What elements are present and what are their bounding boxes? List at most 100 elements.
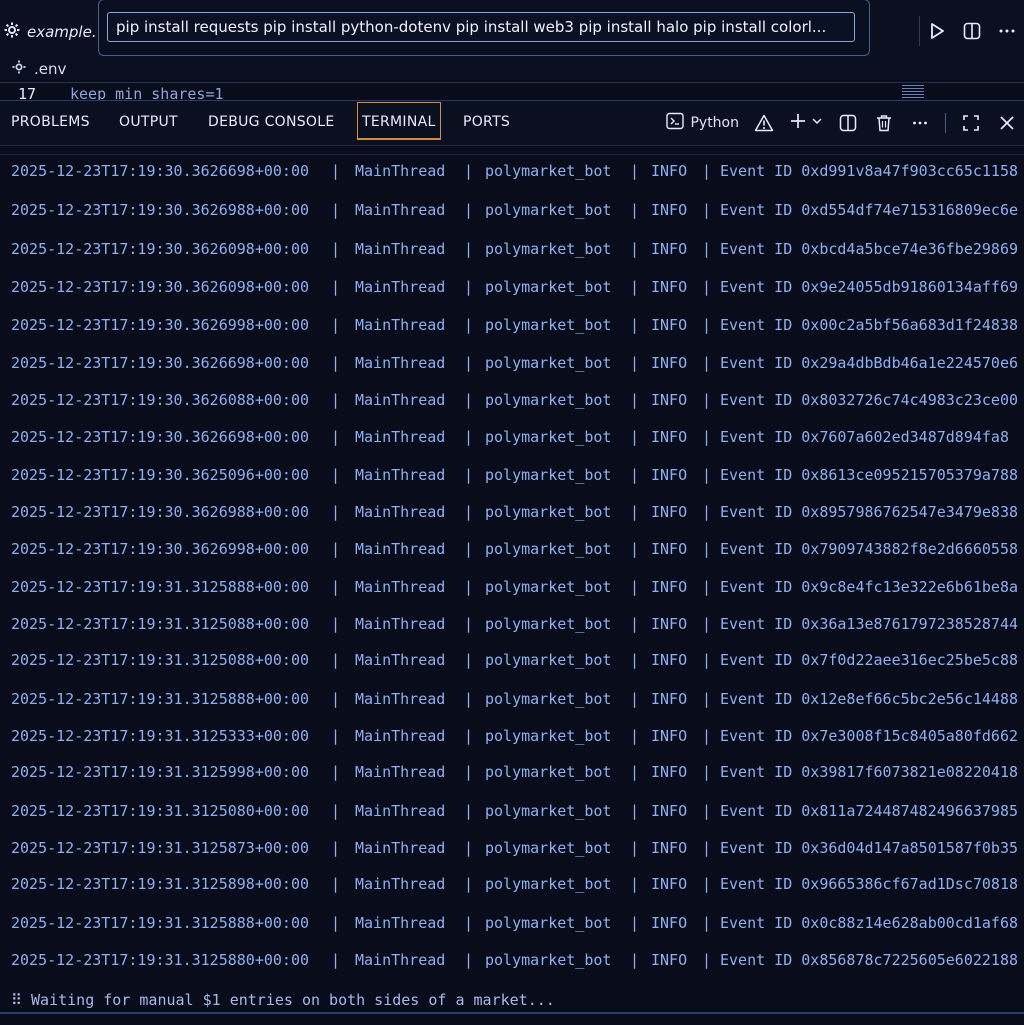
log-separator: | xyxy=(702,651,712,669)
tab-ports[interactable]: PORTS xyxy=(463,101,510,143)
gear-icon xyxy=(12,60,26,78)
log-separator: | xyxy=(464,278,474,296)
warning-icon[interactable] xyxy=(753,112,775,134)
log-level: INFO xyxy=(651,690,688,708)
log-message: Event ID 0xd554df74e715316809ec6e xyxy=(720,201,1019,219)
log-thread: MainThread xyxy=(355,428,446,446)
log-message: Event ID 0x856878c7225605e6022188 xyxy=(720,951,1019,969)
log-module: polymarket_bot xyxy=(485,316,612,334)
log-message: Event ID 0x29a4dbBdb46a1e224570e6 xyxy=(720,354,1019,372)
close-icon[interactable] xyxy=(996,112,1018,134)
log-separator: | xyxy=(464,162,474,180)
log-module: polymarket_bot xyxy=(485,802,612,820)
tab-output[interactable]: OUTPUT xyxy=(119,101,178,143)
log-separator: | xyxy=(702,727,712,745)
log-separator: | xyxy=(464,763,474,781)
log-timestamp: 2025-12-23T17:19:30.3626088+00:00 xyxy=(11,391,310,409)
log-row: 2025-12-23T17:19:31.3125898+00:00 | MainTh… xyxy=(0,875,1024,897)
minimap[interactable] xyxy=(902,85,924,99)
log-separator: | xyxy=(702,802,712,820)
log-module: polymarket_bot xyxy=(485,875,612,893)
trash-icon[interactable] xyxy=(873,112,895,134)
terminal-output[interactable]: 2025-12-23T17:19:30.3626698+00:00 | MainTh… xyxy=(0,154,1024,1025)
log-message: Event ID 0xd991v8a47f903cc65c1158 xyxy=(720,162,1019,180)
log-separator: | xyxy=(630,951,640,969)
log-level: INFO xyxy=(651,615,688,633)
chevron-down-icon xyxy=(811,115,823,131)
log-separator: | xyxy=(331,727,341,745)
log-separator: | xyxy=(331,162,341,180)
log-module: polymarket_bot xyxy=(485,391,612,409)
log-module: polymarket_bot xyxy=(485,763,612,781)
log-separator: | xyxy=(630,727,640,745)
log-separator: | xyxy=(630,540,640,558)
log-separator: | xyxy=(464,466,474,484)
log-separator: | xyxy=(464,802,474,820)
log-row: 2025-12-23T17:19:31.3125888+00:00 | MainTh… xyxy=(0,578,1024,600)
log-timestamp: 2025-12-23T17:19:30.3626698+00:00 xyxy=(11,428,310,446)
log-thread: MainThread xyxy=(355,278,446,296)
log-module: polymarket_bot xyxy=(485,201,612,219)
tab-terminal[interactable]: TERMINAL xyxy=(357,102,441,140)
log-separator: | xyxy=(630,201,640,219)
log-row: 2025-12-23T17:19:31.3125888+00:00 | MainTh… xyxy=(0,690,1024,712)
more-icon[interactable] xyxy=(909,112,931,134)
log-separator: | xyxy=(331,201,341,219)
plus-icon xyxy=(789,112,807,134)
log-row: 2025-12-23T17:19:31.3125888+00:00 | MainTh… xyxy=(0,914,1024,936)
log-separator: | xyxy=(702,914,712,932)
log-timestamp: 2025-12-23T17:19:30.3626998+00:00 xyxy=(11,316,310,334)
log-timestamp: 2025-12-23T17:19:31.3125880+00:00 xyxy=(11,951,310,969)
log-level: INFO xyxy=(651,727,688,745)
log-module: polymarket_bot xyxy=(485,651,612,669)
log-module: polymarket_bot xyxy=(485,690,612,708)
log-separator: | xyxy=(464,914,474,932)
log-row: 2025-12-23T17:19:30.3626098+00:00 | MainTh… xyxy=(0,278,1024,300)
log-thread: MainThread xyxy=(355,651,446,669)
more-actions-icon[interactable] xyxy=(996,20,1018,42)
log-separator: | xyxy=(331,578,341,596)
log-separator: | xyxy=(331,316,341,334)
log-row: 2025-12-23T17:19:30.3626988+00:00 | MainTh… xyxy=(0,201,1024,223)
log-module: polymarket_bot xyxy=(485,354,612,372)
log-separator: | xyxy=(331,651,341,669)
log-level: INFO xyxy=(651,802,688,820)
tab-problems[interactable]: PROBLEMS xyxy=(11,101,90,143)
new-terminal-button[interactable] xyxy=(789,112,823,134)
split-terminal-icon[interactable] xyxy=(837,112,859,134)
terminal-profile[interactable]: Python xyxy=(666,112,739,134)
run-icon[interactable] xyxy=(926,20,948,42)
log-row: 2025-12-23T17:19:30.3626698+00:00 | MainTh… xyxy=(0,162,1024,184)
log-level: INFO xyxy=(651,316,688,334)
log-timestamp: 2025-12-23T17:19:31.3125080+00:00 xyxy=(11,802,310,820)
log-separator: | xyxy=(331,278,341,296)
log-separator: | xyxy=(630,278,640,296)
log-separator: | xyxy=(331,690,341,708)
log-timestamp: 2025-12-23T17:19:31.3125888+00:00 xyxy=(11,578,310,596)
maximize-icon[interactable] xyxy=(960,112,982,134)
log-message: Event ID 0x39817f6073821e08220418 xyxy=(720,763,1019,781)
log-row: 2025-12-23T17:19:31.3125880+00:00 | MainTh… xyxy=(0,951,1024,973)
command-input[interactable]: pip install requests pip install python-… xyxy=(107,12,855,42)
log-module: polymarket_bot xyxy=(485,428,612,446)
log-message: Event ID 0x36d04d147a8501587f0b35 xyxy=(720,839,1019,857)
log-module: polymarket_bot xyxy=(485,615,612,633)
log-message: Event ID 0x9665386cf67ad1Dsc70818 xyxy=(720,875,1019,893)
split-editor-icon[interactable] xyxy=(961,20,983,42)
log-thread: MainThread xyxy=(355,240,446,258)
log-separator: | xyxy=(630,802,640,820)
log-row: 2025-12-23T17:19:31.3125873+00:00 | MainTh… xyxy=(0,839,1024,861)
editor-tab[interactable]: example. xyxy=(0,14,102,50)
log-thread: MainThread xyxy=(355,763,446,781)
log-level: INFO xyxy=(651,951,688,969)
log-message: Event ID 0xbcd4a5bce74e36fbe29869 xyxy=(720,240,1019,258)
log-message: Event ID 0x00c2a5bf56a683d1f24838 xyxy=(720,316,1019,334)
log-separator: | xyxy=(464,316,474,334)
log-separator: | xyxy=(464,578,474,596)
tab-debug-console[interactable]: DEBUG CONSOLE xyxy=(208,101,335,143)
gear-icon xyxy=(4,22,20,42)
log-level: INFO xyxy=(651,466,688,484)
breadcrumb-file[interactable]: .env xyxy=(34,60,66,78)
log-separator: | xyxy=(630,503,640,521)
log-separator: | xyxy=(331,240,341,258)
